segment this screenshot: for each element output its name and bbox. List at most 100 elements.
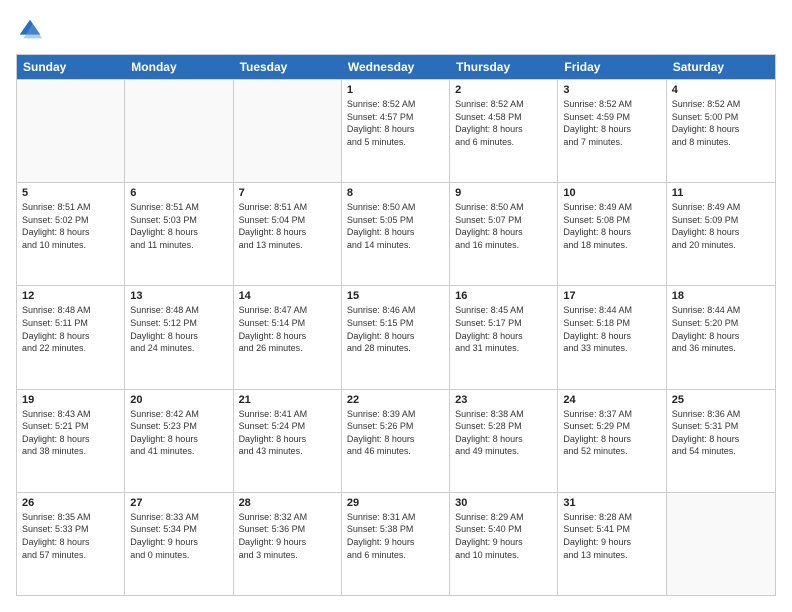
cal-cell: 29Sunrise: 8:31 AM Sunset: 5:38 PM Dayli…	[342, 493, 450, 595]
cal-cell: 22 Sunrise: 8:39 AM Sunset: 5:26 PM Dayli…	[342, 390, 450, 492]
day-number: 22	[347, 394, 444, 406]
calendar-header: SundayMondayTuesdayWednesdayThursdayFrid…	[17, 55, 775, 79]
cell-info: Sunrise: 8:44 AM Sunset: 5:18 PM Dayligh…	[563, 304, 660, 354]
calendar: SundayMondayTuesdayWednesdayThursdayFrid…	[16, 54, 776, 596]
cal-cell: 13 Sunrise: 8:48 AM Sunset: 5:12 PM Dayli…	[125, 286, 233, 388]
day-number: 30	[455, 497, 552, 509]
cal-cell: 15Sunrise: 8:46 AM Sunset: 5:15 PM Dayli…	[342, 286, 450, 388]
cal-cell: 9 Sunrise: 8:50 AM Sunset: 5:07 PM Daylig…	[450, 183, 558, 285]
cal-cell: 31 Sunrise: 8:28 AM Sunset: 5:41 PM Dayli…	[558, 493, 666, 595]
cal-cell	[667, 493, 775, 595]
day-number: 11	[672, 187, 770, 199]
cal-cell: 11 Sunrise: 8:49 AM Sunset: 5:09 PM Dayli…	[667, 183, 775, 285]
week-row-1: 1Sunrise: 8:52 AM Sunset: 4:57 PM Daylig…	[17, 79, 775, 182]
day-number: 16	[455, 290, 552, 302]
cal-cell: 28 Sunrise: 8:32 AM Sunset: 5:36 PM Dayli…	[234, 493, 342, 595]
cell-info: Sunrise: 8:51 AM Sunset: 5:04 PM Dayligh…	[239, 201, 336, 251]
day-number: 4	[672, 84, 770, 96]
day-number: 31	[563, 497, 660, 509]
day-number: 14	[239, 290, 336, 302]
cal-cell: 14Sunrise: 8:47 AM Sunset: 5:14 PM Dayli…	[234, 286, 342, 388]
day-number: 26	[22, 497, 119, 509]
cell-info: Sunrise: 8:50 AM Sunset: 5:07 PM Dayligh…	[455, 201, 552, 251]
cal-cell: 16 Sunrise: 8:45 AM Sunset: 5:17 PM Dayli…	[450, 286, 558, 388]
day-number: 17	[563, 290, 660, 302]
cell-info: Sunrise: 8:31 AM Sunset: 5:38 PM Dayligh…	[347, 511, 444, 561]
cal-cell	[17, 80, 125, 182]
cell-info: Sunrise: 8:32 AM Sunset: 5:36 PM Dayligh…	[239, 511, 336, 561]
day-number: 23	[455, 394, 552, 406]
cell-info: Sunrise: 8:45 AM Sunset: 5:17 PM Dayligh…	[455, 304, 552, 354]
day-number: 18	[672, 290, 770, 302]
cell-info: Sunrise: 8:52 AM Sunset: 4:58 PM Dayligh…	[455, 98, 552, 148]
cal-cell: 26Sunrise: 8:35 AM Sunset: 5:33 PM Dayli…	[17, 493, 125, 595]
day-number: 25	[672, 394, 770, 406]
week-row-4: 19Sunrise: 8:43 AM Sunset: 5:21 PM Dayli…	[17, 389, 775, 492]
day-number: 2	[455, 84, 552, 96]
header-cell-sunday: Sunday	[17, 55, 125, 79]
cal-cell	[234, 80, 342, 182]
cal-cell: 8Sunrise: 8:50 AM Sunset: 5:05 PM Daylig…	[342, 183, 450, 285]
cell-info: Sunrise: 8:36 AM Sunset: 5:31 PM Dayligh…	[672, 408, 770, 458]
cell-info: Sunrise: 8:48 AM Sunset: 5:12 PM Dayligh…	[130, 304, 227, 354]
day-number: 20	[130, 394, 227, 406]
cell-info: Sunrise: 8:33 AM Sunset: 5:34 PM Dayligh…	[130, 511, 227, 561]
cell-info: Sunrise: 8:43 AM Sunset: 5:21 PM Dayligh…	[22, 408, 119, 458]
cal-cell: 21 Sunrise: 8:41 AM Sunset: 5:24 PM Dayli…	[234, 390, 342, 492]
cell-info: Sunrise: 8:52 AM Sunset: 5:00 PM Dayligh…	[672, 98, 770, 148]
cell-info: Sunrise: 8:52 AM Sunset: 4:57 PM Dayligh…	[347, 98, 444, 148]
header-cell-saturday: Saturday	[667, 55, 775, 79]
day-number: 15	[347, 290, 444, 302]
cal-cell: 24 Sunrise: 8:37 AM Sunset: 5:29 PM Dayli…	[558, 390, 666, 492]
day-number: 5	[22, 187, 119, 199]
cell-info: Sunrise: 8:51 AM Sunset: 5:03 PM Dayligh…	[130, 201, 227, 251]
cell-info: Sunrise: 8:52 AM Sunset: 4:59 PM Dayligh…	[563, 98, 660, 148]
week-row-5: 26Sunrise: 8:35 AM Sunset: 5:33 PM Dayli…	[17, 492, 775, 595]
cal-cell: 20 Sunrise: 8:42 AM Sunset: 5:23 PM Dayli…	[125, 390, 233, 492]
cal-cell: 5 Sunrise: 8:51 AM Sunset: 5:02 PM Daylig…	[17, 183, 125, 285]
cell-info: Sunrise: 8:42 AM Sunset: 5:23 PM Dayligh…	[130, 408, 227, 458]
cell-info: Sunrise: 8:39 AM Sunset: 5:26 PM Dayligh…	[347, 408, 444, 458]
cell-info: Sunrise: 8:51 AM Sunset: 5:02 PM Dayligh…	[22, 201, 119, 251]
day-number: 9	[455, 187, 552, 199]
header-cell-thursday: Thursday	[450, 55, 558, 79]
cal-cell: 17 Sunrise: 8:44 AM Sunset: 5:18 PM Dayli…	[558, 286, 666, 388]
day-number: 7	[239, 187, 336, 199]
header	[16, 16, 776, 44]
cell-info: Sunrise: 8:38 AM Sunset: 5:28 PM Dayligh…	[455, 408, 552, 458]
cell-info: Sunrise: 8:44 AM Sunset: 5:20 PM Dayligh…	[672, 304, 770, 354]
day-number: 28	[239, 497, 336, 509]
cell-info: Sunrise: 8:49 AM Sunset: 5:08 PM Dayligh…	[563, 201, 660, 251]
day-number: 24	[563, 394, 660, 406]
header-cell-tuesday: Tuesday	[234, 55, 342, 79]
cal-cell: 30 Sunrise: 8:29 AM Sunset: 5:40 PM Dayli…	[450, 493, 558, 595]
page: SundayMondayTuesdayWednesdayThursdayFrid…	[0, 0, 792, 612]
day-number: 12	[22, 290, 119, 302]
cell-info: Sunrise: 8:48 AM Sunset: 5:11 PM Dayligh…	[22, 304, 119, 354]
day-number: 10	[563, 187, 660, 199]
header-cell-wednesday: Wednesday	[342, 55, 450, 79]
cell-info: Sunrise: 8:50 AM Sunset: 5:05 PM Dayligh…	[347, 201, 444, 251]
header-cell-friday: Friday	[558, 55, 666, 79]
cell-info: Sunrise: 8:49 AM Sunset: 5:09 PM Dayligh…	[672, 201, 770, 251]
logo	[16, 16, 48, 44]
week-row-3: 12 Sunrise: 8:48 AM Sunset: 5:11 PM Dayli…	[17, 285, 775, 388]
calendar-body: 1Sunrise: 8:52 AM Sunset: 4:57 PM Daylig…	[17, 79, 775, 595]
cell-info: Sunrise: 8:41 AM Sunset: 5:24 PM Dayligh…	[239, 408, 336, 458]
cal-cell: 10 Sunrise: 8:49 AM Sunset: 5:08 PM Dayli…	[558, 183, 666, 285]
cal-cell: 18 Sunrise: 8:44 AM Sunset: 5:20 PM Dayli…	[667, 286, 775, 388]
cal-cell: 12 Sunrise: 8:48 AM Sunset: 5:11 PM Dayli…	[17, 286, 125, 388]
cal-cell: 2 Sunrise: 8:52 AM Sunset: 4:58 PM Daylig…	[450, 80, 558, 182]
cal-cell: 25 Sunrise: 8:36 AM Sunset: 5:31 PM Dayli…	[667, 390, 775, 492]
cell-info: Sunrise: 8:29 AM Sunset: 5:40 PM Dayligh…	[455, 511, 552, 561]
day-number: 13	[130, 290, 227, 302]
cal-cell: 27Sunrise: 8:33 AM Sunset: 5:34 PM Dayli…	[125, 493, 233, 595]
logo-icon	[16, 16, 44, 44]
day-number: 6	[130, 187, 227, 199]
cal-cell: 19Sunrise: 8:43 AM Sunset: 5:21 PM Dayli…	[17, 390, 125, 492]
cell-info: Sunrise: 8:28 AM Sunset: 5:41 PM Dayligh…	[563, 511, 660, 561]
day-number: 21	[239, 394, 336, 406]
cal-cell: 3Sunrise: 8:52 AM Sunset: 4:59 PM Daylig…	[558, 80, 666, 182]
week-row-2: 5 Sunrise: 8:51 AM Sunset: 5:02 PM Daylig…	[17, 182, 775, 285]
cell-info: Sunrise: 8:37 AM Sunset: 5:29 PM Dayligh…	[563, 408, 660, 458]
